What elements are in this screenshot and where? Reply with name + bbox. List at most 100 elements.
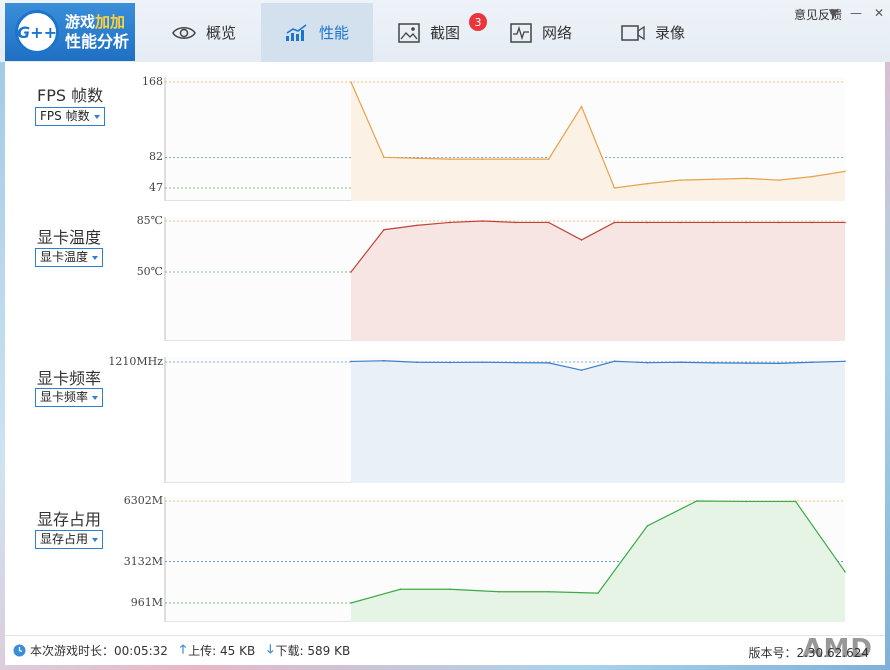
logo-mark: G++ [15, 10, 59, 54]
tab-label: 网络 [541, 24, 572, 42]
y-tick-label: 3132M [123, 554, 163, 568]
upload-value: 45 KB [220, 643, 256, 658]
gpu-freq-select[interactable]: 显卡频率 [35, 388, 104, 407]
y-tick-label: 6302M [123, 494, 163, 507]
data-point [399, 588, 402, 591]
gpu-temp-chart [164, 217, 846, 341]
dropdown-arrow-icon [92, 538, 99, 542]
tab-performance[interactable]: 性能 [261, 3, 373, 62]
data-point [350, 81, 352, 83]
section-title: FPS 帧数 [37, 86, 104, 105]
pulse-icon [510, 22, 532, 43]
data-point [679, 221, 682, 224]
data-point [514, 221, 517, 224]
data-point [679, 361, 682, 364]
data-point [547, 590, 550, 593]
y-tick-label: 50℃ [136, 265, 163, 278]
data-point [745, 221, 747, 224]
tab-label: 录像 [654, 24, 685, 42]
data-point [613, 187, 616, 189]
fps-metric-select[interactable]: FPS 帧数 [35, 107, 105, 126]
data-point [696, 500, 698, 502]
data-point [613, 221, 616, 224]
section-title: 显卡频率 [37, 369, 102, 388]
data-point [844, 170, 846, 173]
data-point [778, 221, 780, 224]
app-window: G++ 游戏加加 性能分析 概览 性能 截图 3 网络 录像 意见反馈 ▼ — … [0, 0, 890, 670]
data-point [416, 224, 418, 227]
data-point [449, 361, 451, 364]
data-point [498, 590, 501, 593]
upload-stat: 🡑 上传: 45 KB [180, 640, 255, 661]
select-value: FPS 帧数 [40, 109, 90, 123]
data-point [416, 157, 418, 160]
y-tick-label: 1210MHz [108, 355, 163, 368]
data-point [449, 588, 451, 591]
menu-dropdown-icon[interactable]: ▼ [829, 6, 838, 20]
playtime-label: 本次游戏时长： [30, 644, 115, 658]
video-camera-icon [621, 24, 645, 41]
data-point [580, 105, 583, 108]
data-point [811, 361, 813, 364]
data-point [844, 570, 846, 573]
y-tick-label: 47 [149, 181, 163, 194]
data-point [580, 239, 583, 241]
data-point [481, 158, 484, 160]
y-tick-label: 85℃ [136, 214, 163, 227]
data-point [646, 361, 649, 364]
performance-panel: FPS 帧数 FPS 帧数 显卡温度 显卡温度 显卡频率 显卡频率 显存占用 显… [5, 62, 885, 635]
minimize-icon[interactable]: — [850, 6, 862, 20]
tab-network[interactable]: 网络 [485, 3, 597, 62]
data-point [811, 221, 813, 224]
data-point [745, 500, 747, 503]
y-tick-label: 168 [142, 75, 163, 88]
tab-screenshots[interactable]: 截图 3 [373, 3, 487, 62]
data-point [646, 525, 649, 527]
header: G++ 游戏加加 性能分析 概览 性能 截图 3 网络 录像 意见反馈 ▼ — … [0, 0, 890, 62]
gpu-freq-chart [164, 357, 846, 483]
data-point [679, 179, 682, 181]
data-point [597, 592, 599, 594]
select-value: 显卡频率 [40, 390, 89, 404]
data-point [383, 228, 385, 231]
data-point [547, 221, 550, 224]
version-label: 版本号： [748, 646, 797, 660]
vram-select[interactable]: 显存占用 [35, 530, 104, 549]
data-point [811, 175, 813, 178]
close-icon[interactable]: ✕ [874, 6, 884, 20]
tab-overview[interactable]: 概览 [148, 3, 260, 62]
tab-recording[interactable]: 录像 [597, 3, 709, 62]
download-label: 下载: [275, 644, 304, 658]
clock-icon [13, 644, 26, 657]
download-value: 589 KB [307, 643, 351, 658]
series-area [351, 360, 845, 483]
select-value: 显卡温度 [40, 250, 89, 264]
dropdown-arrow-icon [92, 396, 99, 400]
playtime-value: 00:05:32 [114, 643, 168, 658]
app-logo: G++ 游戏加加 性能分析 [5, 3, 135, 61]
gpu-temp-select[interactable]: 显卡温度 [35, 248, 104, 267]
window-controls: ▼ — ✕ [829, 6, 884, 20]
download-arrow-icon: 🡓 [267, 642, 274, 656]
logo-subtitle: 性能分析 [65, 32, 130, 51]
series-area [351, 221, 845, 341]
y-tick-label: 961M [130, 596, 163, 609]
data-point [449, 158, 451, 160]
tab-label: 性能 [318, 24, 349, 42]
tab-label: 概览 [205, 24, 236, 42]
image-icon [398, 22, 420, 43]
data-point [613, 360, 616, 363]
playtime: 本次游戏时长： 00:05:32 [13, 642, 168, 659]
data-point [547, 362, 550, 364]
version-value: 2.30.62.624 [796, 646, 869, 660]
download-stat: 🡓 下载: 589 KB [267, 640, 350, 661]
data-point [712, 221, 715, 224]
data-point [383, 359, 385, 362]
data-point [416, 361, 418, 364]
data-point [481, 220, 484, 222]
data-point [350, 602, 352, 604]
data-point [745, 362, 747, 364]
data-point [844, 221, 846, 224]
dropdown-arrow-icon [92, 256, 99, 260]
data-point [350, 360, 352, 363]
